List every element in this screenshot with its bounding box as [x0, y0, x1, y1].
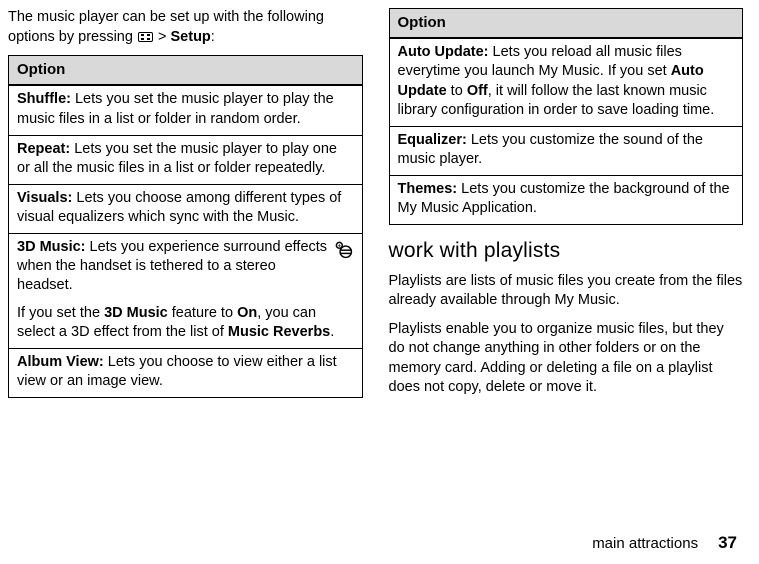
option-repeat: Repeat: Lets you set the music player to… — [9, 135, 363, 184]
option-label: Visuals: — [17, 190, 72, 206]
option-visuals: Visuals: Lets you choose among different… — [9, 184, 363, 233]
option-3d-music: + 3D Music: Lets you experience surround… — [9, 234, 363, 349]
option-equalizer: Equalizer: Lets you customize the sound … — [389, 126, 743, 175]
option-3d-extra: If you set the 3D Music feature to On, y… — [17, 304, 354, 342]
intro-text: The music player can be set up with the … — [8, 8, 363, 47]
intro-gt: > — [154, 29, 171, 45]
playlists-para-2: Playlists enable you to organize music f… — [389, 320, 744, 398]
options-table-right: Option Auto Update: Lets you reload all … — [389, 8, 744, 225]
option-label: 3D Music: — [17, 239, 86, 255]
option-auto-update: Auto Update: Lets you reload all music f… — [389, 38, 743, 126]
option-album-view: Album View: Lets you choose to view eith… — [9, 348, 363, 397]
table-header-right: Option — [389, 9, 743, 39]
intro-colon: : — [211, 29, 215, 45]
option-themes: Themes: Lets you customize the backgroun… — [389, 176, 743, 225]
intro-setup: Setup — [171, 29, 211, 45]
playlists-para-1: Playlists are lists of music files you c… — [389, 272, 744, 311]
footer-section-title: main attractions — [592, 534, 698, 554]
accessory-icon: + — [332, 238, 354, 260]
option-label: Equalizer: — [398, 132, 467, 148]
page-footer: main attractions 37 — [8, 532, 743, 555]
options-table-left: Option Shuffle: Lets you set the music p… — [8, 55, 363, 398]
section-heading: work with playlists — [389, 237, 744, 265]
option-shuffle: Shuffle: Lets you set the music player t… — [9, 85, 363, 135]
option-label: Repeat: — [17, 141, 70, 157]
option-label: Themes: — [398, 181, 458, 197]
table-header-left: Option — [9, 56, 363, 86]
footer-page-number: 37 — [718, 532, 737, 555]
option-label: Auto Update: — [398, 44, 489, 60]
menu-key-icon — [138, 32, 153, 42]
option-label: Album View: — [17, 354, 104, 370]
option-label: Shuffle: — [17, 91, 71, 107]
